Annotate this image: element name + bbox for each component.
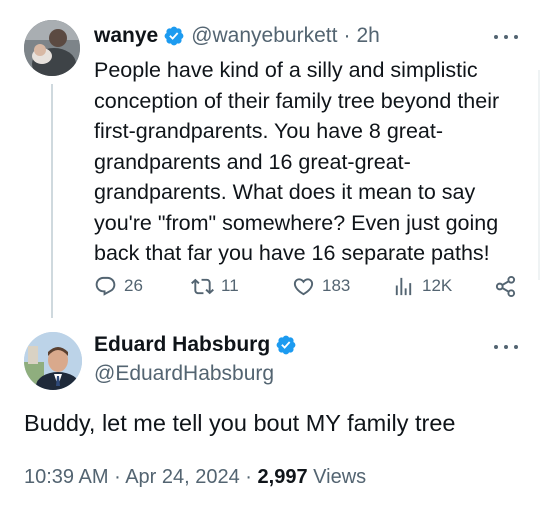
- avatar-wanye[interactable]: [24, 20, 80, 76]
- reply-count: 26: [124, 276, 143, 295]
- views-icon: [395, 277, 412, 295]
- timestamp[interactable]: 2h: [356, 24, 379, 48]
- tweet-wanye[interactable]: wanye @wanyeburkett · 2h People have kin…: [0, 0, 540, 318]
- share-icon: [495, 275, 516, 297]
- reply-button[interactable]: 26: [94, 272, 143, 300]
- separator-dot: ·: [343, 24, 351, 47]
- like-count: 183: [322, 276, 351, 295]
- repost-icon: [191, 278, 214, 294]
- tweet-header: Eduard Habsburg: [94, 331, 303, 359]
- timestamp[interactable]: 10:39 AM: [24, 466, 109, 488]
- tweet-header: wanye @wanyeburkett · 2h: [94, 22, 380, 50]
- like-button[interactable]: 183: [292, 272, 350, 300]
- views-button[interactable]: 12K: [392, 272, 452, 300]
- display-name[interactable]: wanye: [94, 24, 158, 48]
- handle[interactable]: @EduardHabsburg: [94, 362, 274, 386]
- avatar-eduard-habsburg[interactable]: [24, 332, 82, 390]
- verified-badge-icon: [276, 335, 296, 355]
- more-icon[interactable]: [494, 342, 518, 352]
- verified-badge-icon: [164, 26, 184, 46]
- tweet-thread: wanye @wanyeburkett · 2h People have kin…: [0, 0, 540, 510]
- more-icon[interactable]: [494, 32, 518, 42]
- handle[interactable]: @wanyeburkett: [191, 24, 337, 48]
- like-icon: [293, 277, 314, 295]
- views-label: Views: [313, 466, 367, 488]
- repost-count: 11: [221, 276, 239, 295]
- separator-dot: ·: [114, 466, 121, 488]
- repost-button[interactable]: 11: [191, 272, 239, 300]
- post-date[interactable]: Apr 24, 2024: [125, 466, 240, 488]
- views-count: 12K: [422, 276, 453, 295]
- reply-icon: [95, 276, 116, 296]
- tweet-text: People have kind of a silly and simplist…: [94, 58, 500, 265]
- views-count: 2,997: [257, 466, 308, 488]
- thread-connector-line: [51, 84, 53, 318]
- tweet-text: Buddy, let me tell you bout MY family tr…: [24, 410, 456, 436]
- tweet-meta: 10:39 AM · Apr 24, 2024 · 2,997 Views: [24, 466, 366, 489]
- display-name[interactable]: Eduard Habsburg: [94, 333, 270, 357]
- share-button[interactable]: [494, 272, 524, 300]
- separator-dot: ·: [245, 466, 252, 488]
- tweet-actions: 26 11 183 12K: [94, 272, 524, 300]
